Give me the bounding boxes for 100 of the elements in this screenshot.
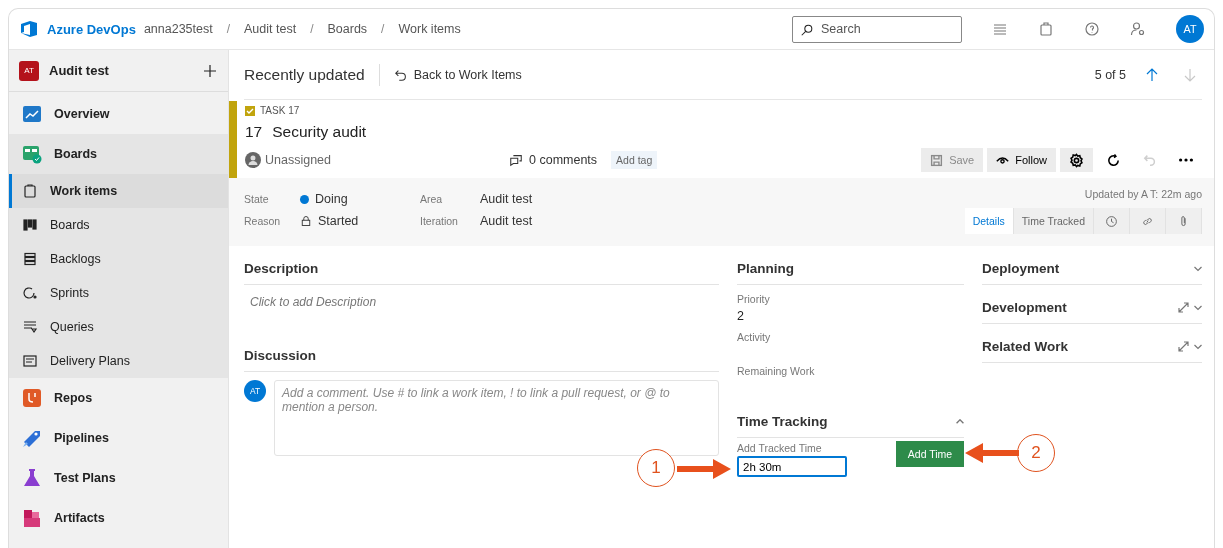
- section-heading: Time Tracking: [737, 413, 828, 429]
- field-value[interactable]: Started: [300, 214, 420, 228]
- tab[interactable]: [1094, 208, 1130, 234]
- list-icon: [992, 21, 1008, 37]
- section-heading: Deployment: [982, 260, 1060, 276]
- breadcrumb-separator: /: [310, 22, 314, 36]
- tab[interactable]: Time Tracked: [1013, 208, 1094, 234]
- pointer-arrow: [965, 441, 1019, 465]
- section-toggle-icon[interactable]: [1178, 340, 1202, 352]
- help-icon: [1084, 21, 1100, 37]
- field-label: Add Tracked Time: [737, 442, 823, 454]
- field-label: Priority: [737, 293, 771, 305]
- sidebar-item[interactable]: Artifacts: [9, 498, 228, 538]
- section-heading: Planning: [737, 260, 794, 276]
- field-label: Area: [420, 193, 444, 205]
- breadcrumb-separator: /: [226, 22, 231, 36]
- user-icon: [245, 152, 261, 168]
- breadcrumb-link[interactable]: Audit test: [244, 22, 297, 36]
- section-heading: Related Work: [982, 338, 1069, 354]
- sidebar-item[interactable]: Queries: [9, 310, 228, 344]
- field-label: Activity: [737, 331, 772, 343]
- tab[interactable]: [1166, 208, 1202, 234]
- comment-field[interactable]: Add a comment. Use # to link a work item, ! to link a pull request, or @ to mention a person.: [274, 380, 719, 456]
- clipboard-icon: [22, 183, 38, 199]
- task-icon: [245, 105, 255, 116]
- flask-icon: [22, 468, 42, 488]
- project-badge: AT: [19, 60, 39, 81]
- settings-button[interactable]: [1060, 148, 1093, 172]
- comments-link[interactable]: 0 comments: [509, 153, 598, 167]
- field-value[interactable]: Doing: [300, 192, 420, 206]
- sprint-icon: [22, 285, 38, 301]
- updated-info: Updated by A T: 22m ago: [1084, 188, 1202, 200]
- field-label: Remaining Work: [737, 365, 816, 377]
- section-heading: Description: [244, 260, 319, 276]
- user-avatar[interactable]: AT: [1176, 15, 1204, 43]
- breadcrumb-link[interactable]: anna235test: [143, 22, 213, 36]
- project-name[interactable]: Audit test: [49, 63, 192, 78]
- up-arrow-icon: [1144, 66, 1160, 83]
- bag-icon: [1038, 21, 1054, 37]
- sidebar-item[interactable]: Delivery Plans: [9, 344, 228, 378]
- field-label: Iteration: [420, 215, 459, 227]
- brand-name[interactable]: Azure DevOps: [47, 21, 136, 37]
- list-icon: [22, 251, 38, 267]
- sidebar-item[interactable]: Boards: [9, 134, 228, 174]
- save-icon: [930, 153, 944, 167]
- work-item-title[interactable]: Security audit: [272, 123, 367, 141]
- add-time-button[interactable]: Add Time: [896, 441, 964, 467]
- sidebar-item[interactable]: Pipelines: [9, 418, 228, 458]
- sidebar-item[interactable]: Backlogs: [9, 242, 228, 276]
- page-title: Recently updated: [244, 65, 365, 84]
- field-label: Reason: [244, 215, 282, 227]
- assignee-picker[interactable]: Unassigned: [245, 152, 509, 168]
- field-label: State: [244, 193, 270, 205]
- breadcrumb-link[interactable]: Boards: [327, 22, 368, 36]
- pointer-arrow: [677, 457, 731, 481]
- sidebar-item[interactable]: Sprints: [9, 276, 228, 310]
- refresh-icon: [1106, 152, 1121, 168]
- section-toggle-icon[interactable]: [1178, 301, 1202, 313]
- settings-icon: [1069, 152, 1084, 168]
- lock-icon: [300, 215, 312, 227]
- search-icon: [800, 22, 814, 37]
- more-icon: [1179, 158, 1193, 162]
- repo-icon: [22, 388, 42, 408]
- undo-icon: [1143, 153, 1157, 167]
- down-arrow-icon: [1182, 66, 1198, 83]
- package-icon: [22, 508, 42, 528]
- chevron-up-icon[interactable]: [956, 418, 964, 424]
- board-icon: [22, 217, 38, 233]
- field-value[interactable]: Audit test: [480, 192, 600, 206]
- sidebar-item[interactable]: Repos: [9, 378, 228, 418]
- sidebar-item[interactable]: Work items: [9, 174, 228, 208]
- comment-icon: [509, 153, 523, 167]
- user-settings-icon: [1130, 21, 1146, 37]
- field-value[interactable]: Audit test: [480, 214, 600, 228]
- filter-icon: [22, 319, 38, 335]
- item-position: 5 of 5: [1094, 67, 1126, 82]
- tracked-time-field[interactable]: 2h 30m: [737, 456, 847, 477]
- history-icon: [1105, 214, 1118, 228]
- logo-icon: [19, 20, 39, 38]
- follow-button[interactable]: Follow: [987, 148, 1056, 172]
- sidebar-item[interactable]: Test Plans: [9, 458, 228, 498]
- section-heading: Discussion: [244, 347, 317, 363]
- section-heading: Development: [982, 299, 1067, 315]
- breadcrumb-link[interactable]: Work items: [398, 22, 461, 36]
- work-item-id: 17: [245, 123, 263, 141]
- tab[interactable]: Details: [964, 208, 1014, 234]
- sidebar-item[interactable]: Overview: [9, 94, 228, 134]
- plans-icon: [22, 353, 38, 369]
- board-check-icon: [22, 144, 42, 164]
- back-link[interactable]: Back to Work Items: [393, 67, 522, 82]
- add-tag-button[interactable]: Add tag: [611, 151, 658, 169]
- field-value[interactable]: 2: [737, 309, 964, 323]
- description-field[interactable]: Click to add Description: [244, 285, 719, 339]
- chart-icon: [22, 104, 42, 124]
- step-callout: 1: [637, 449, 675, 487]
- work-item-type: TASK 17: [260, 105, 300, 116]
- plus-icon: [202, 62, 218, 79]
- step-callout: 2: [1017, 434, 1055, 472]
- sidebar-item[interactable]: Boards: [9, 208, 228, 242]
- search-field[interactable]: Search: [792, 15, 962, 43]
